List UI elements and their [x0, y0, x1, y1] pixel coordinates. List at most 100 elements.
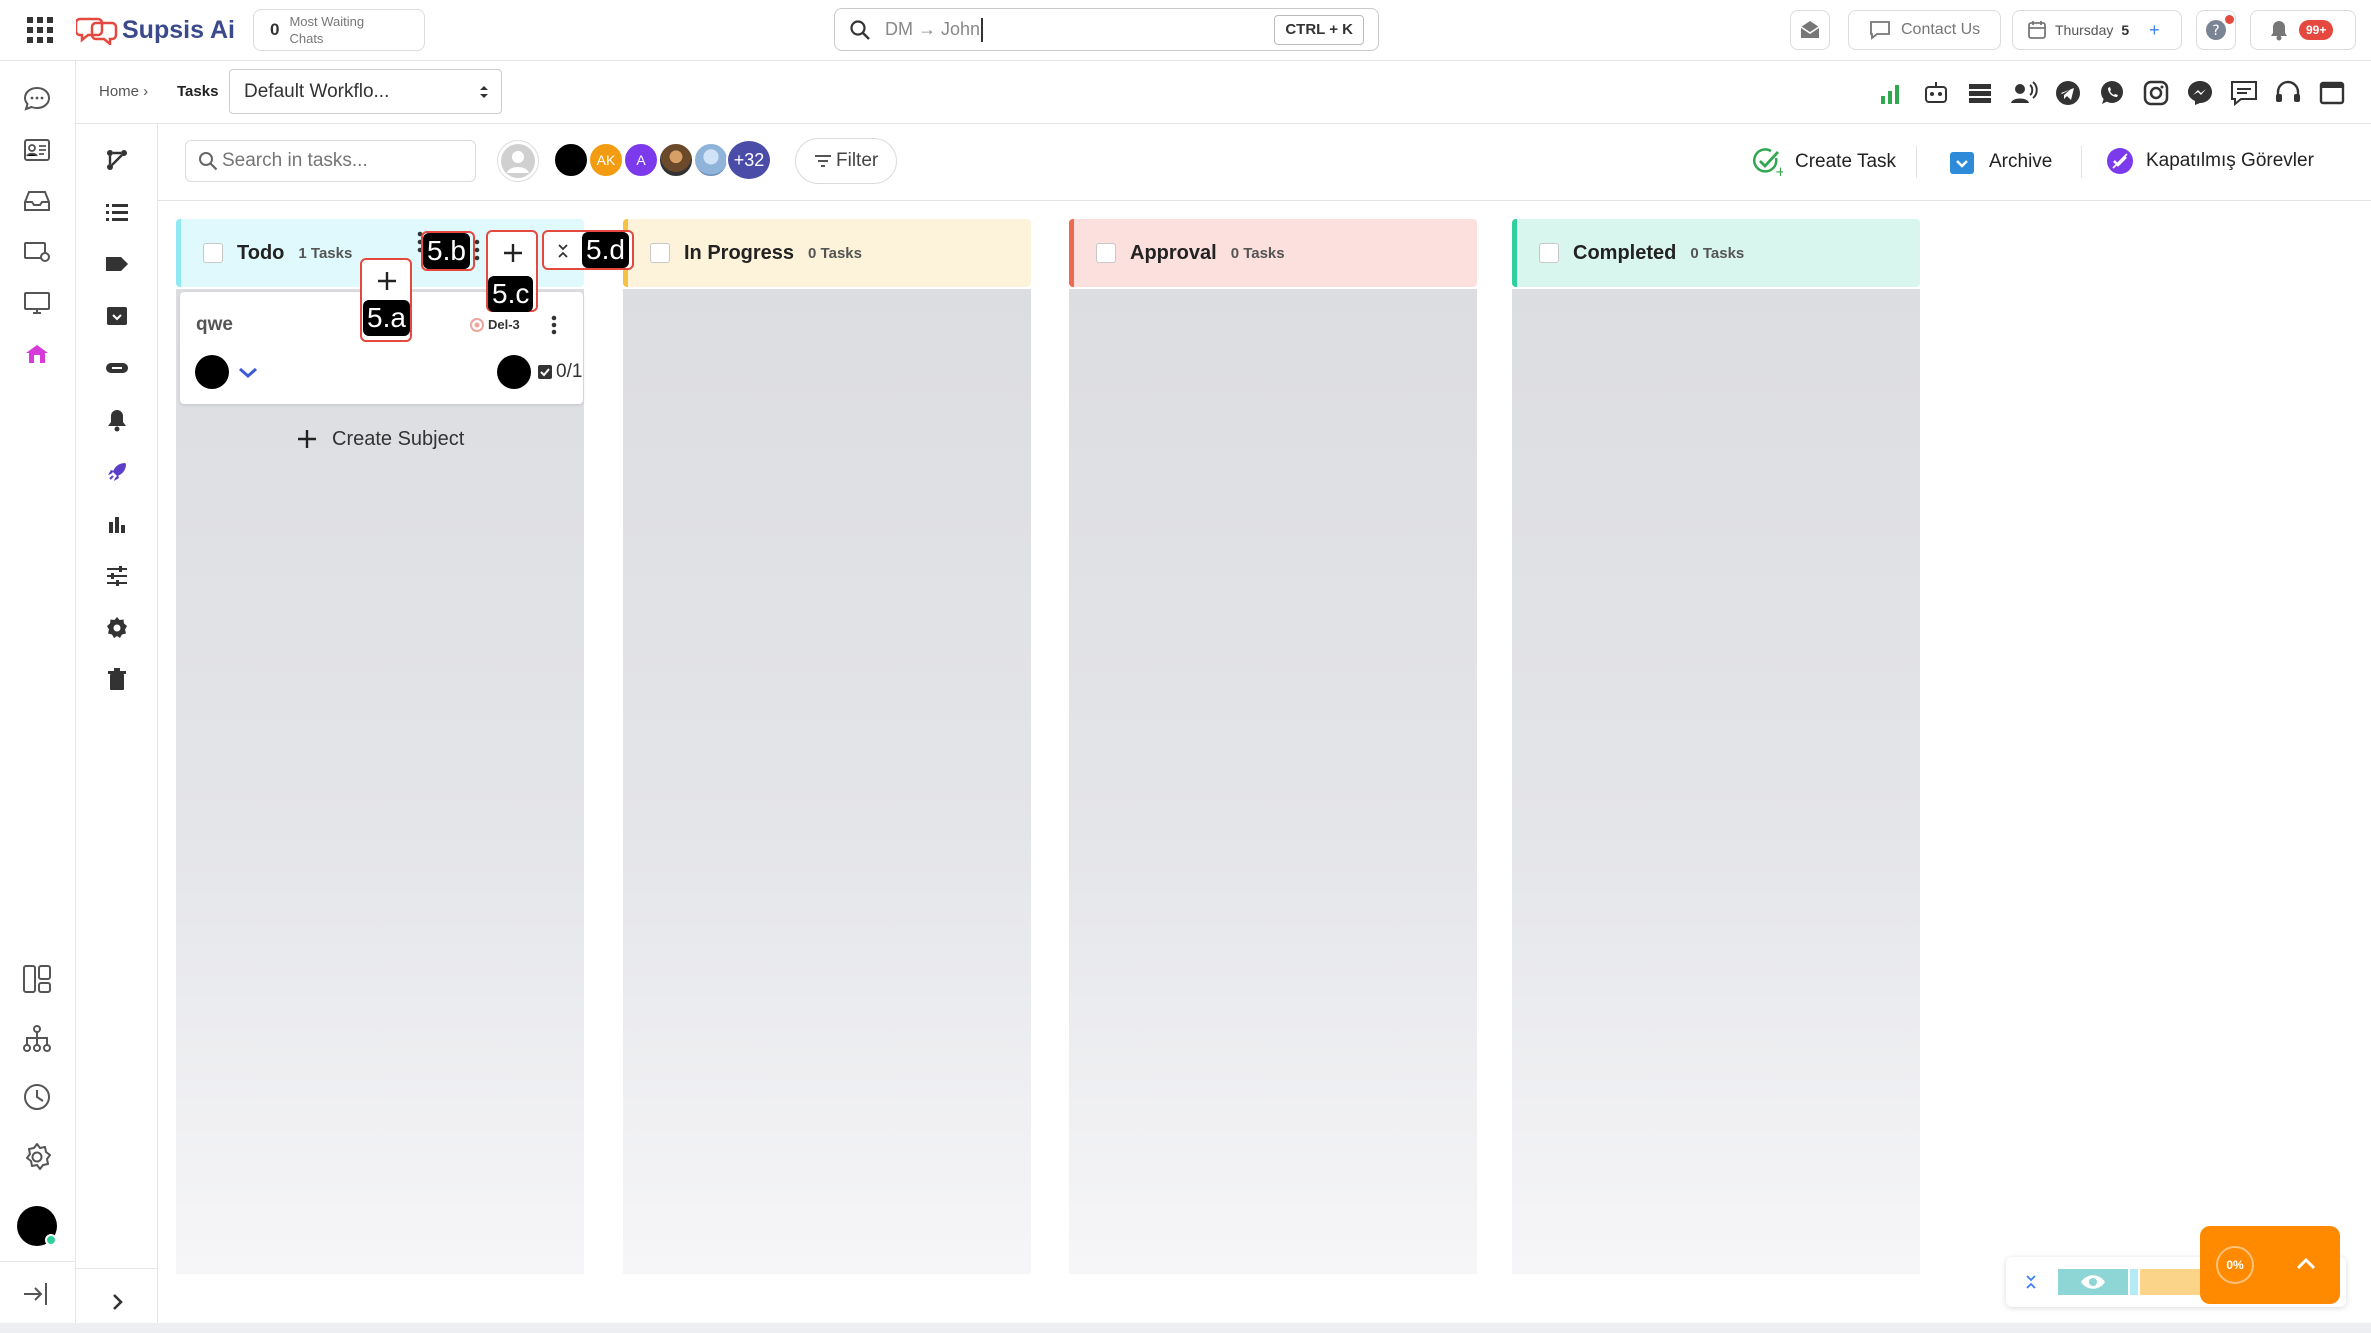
notifications-button[interactable]: 99+: [2250, 10, 2356, 50]
live-agent-icon[interactable]: [2009, 78, 2039, 108]
progress-percent: 0%: [2216, 1246, 2254, 1284]
column-header[interactable]: In Progress 0 Tasks: [623, 219, 1031, 287]
archive-button[interactable]: Archive: [1949, 146, 2052, 178]
tasks-home-icon[interactable]: [19, 336, 55, 372]
org-chart-icon[interactable]: [19, 1021, 55, 1057]
assignee-avatar[interactable]: [195, 355, 229, 389]
day-label: Thursday: [2055, 22, 2114, 38]
sms-icon[interactable]: [2229, 78, 2259, 108]
support-headset-icon[interactable]: [2273, 78, 2303, 108]
task-menu-icon[interactable]: [550, 314, 558, 336]
select-arrows-icon: [480, 86, 488, 98]
date-widget[interactable]: Thursday 5 +: [2012, 10, 2182, 50]
closed-tasks-label: Kapatılmış Görevler: [2146, 150, 2314, 171]
column-options-icon[interactable]: [474, 238, 480, 262]
task-code: Del-3: [488, 317, 520, 332]
link-icon[interactable]: [99, 350, 135, 386]
screen-settings-icon[interactable]: [19, 234, 55, 270]
signal-bars-icon[interactable]: [1877, 78, 1907, 108]
column-select-checkbox[interactable]: [203, 243, 223, 263]
breadcrumb-home[interactable]: Home ›: [99, 83, 148, 100]
task-search-input[interactable]: [220, 149, 460, 173]
visibility-toggle[interactable]: [2058, 1269, 2128, 1295]
workflow-icon[interactable]: [99, 142, 135, 178]
telegram-icon[interactable]: [2053, 78, 2083, 108]
whatsapp-icon[interactable]: [2097, 78, 2127, 108]
unassigned-avatar[interactable]: [497, 140, 539, 182]
server-list-icon[interactable]: [1965, 78, 1995, 108]
annotation-label: 5.c: [488, 276, 534, 312]
column-select-checkbox[interactable]: [1539, 243, 1559, 263]
contact-us-button[interactable]: Contact Us: [1848, 10, 2001, 50]
member-avatar[interactable]: [553, 142, 589, 178]
logout-icon[interactable]: [19, 1276, 55, 1312]
member-avatar-photo[interactable]: [658, 142, 694, 178]
notification-badge: 99+: [2299, 20, 2334, 40]
collapse-icon[interactable]: [2024, 1272, 2038, 1292]
more-count: +32: [733, 149, 765, 170]
closed-tasks-button[interactable]: Kapatılmış Görevler: [2106, 145, 2314, 177]
add-date-icon[interactable]: +: [2149, 20, 2160, 41]
bottom-strip: [0, 1323, 2371, 1333]
left-rail: [0, 61, 76, 1323]
search-input[interactable]: DM → John: [885, 19, 980, 40]
column-header[interactable]: Completed 0 Tasks: [1512, 219, 1920, 287]
settings-gear-icon[interactable]: [19, 1139, 55, 1175]
help-icon: ?: [2206, 20, 2226, 40]
progress-summary-button[interactable]: 0%: [2200, 1226, 2340, 1304]
sliders-icon[interactable]: [99, 558, 135, 594]
task-search[interactable]: [185, 140, 476, 182]
svg-text:+: +: [1775, 165, 1783, 177]
inbox-icon[interactable]: [1790, 10, 1830, 50]
filter-button[interactable]: Filter: [795, 138, 897, 184]
filter-icon: [815, 155, 831, 167]
help-button[interactable]: ?: [2196, 10, 2236, 50]
global-search[interactable]: DM → John CTRL + K: [834, 8, 1379, 51]
workflow-select[interactable]: Default Workflo...: [229, 69, 502, 114]
member-avatar-photo[interactable]: [693, 142, 729, 178]
bot-icon[interactable]: [1921, 78, 1951, 108]
contacts-icon[interactable]: [19, 132, 55, 168]
column-title: Approval: [1130, 241, 1217, 264]
column-select-checkbox[interactable]: [1096, 243, 1116, 263]
create-subject-button[interactable]: Create Subject: [296, 423, 464, 455]
instagram-icon[interactable]: [2141, 78, 2171, 108]
chat-icon[interactable]: [19, 81, 55, 117]
history-clock-icon[interactable]: [19, 1079, 55, 1115]
column-count: 0 Tasks: [1230, 244, 1285, 262]
owner-avatar[interactable]: [497, 355, 531, 389]
create-task-button[interactable]: + Create Task: [1751, 146, 1896, 178]
more-members-badge[interactable]: +32: [726, 139, 772, 181]
logo[interactable]: Supsis Ai: [76, 12, 235, 48]
rocket-icon[interactable]: [99, 454, 135, 490]
apps-grid-icon[interactable]: [22, 12, 58, 48]
rail-divider: [0, 1261, 76, 1262]
label-tag-icon[interactable]: [99, 246, 135, 282]
column-select-checkbox[interactable]: [650, 243, 670, 263]
list-icon[interactable]: [99, 194, 135, 230]
messenger-icon[interactable]: [2185, 78, 2215, 108]
toolbar-divider: [1916, 146, 1917, 178]
member-avatar-a[interactable]: A: [623, 142, 659, 178]
trash-icon[interactable]: [99, 662, 135, 698]
column-approval: Approval 0 Tasks: [1069, 219, 1477, 1274]
waiting-label: Most Waiting: [289, 14, 365, 29]
create-task-label: Create Task: [1795, 151, 1897, 172]
calendar-icon: [2028, 21, 2046, 39]
monitor-icon[interactable]: [19, 285, 55, 321]
member-avatar-ak[interactable]: AK: [588, 142, 624, 178]
column-header[interactable]: Approval 0 Tasks: [1069, 219, 1477, 287]
layout-panels-icon[interactable]: [19, 961, 55, 997]
inbox-tray-icon[interactable]: [19, 183, 55, 219]
bar-chart-icon[interactable]: [99, 506, 135, 542]
chevron-down-icon[interactable]: [238, 367, 258, 379]
expand-chevron-icon[interactable]: [99, 1284, 135, 1320]
day-number: 5: [2121, 22, 2130, 38]
gear-icon[interactable]: [99, 610, 135, 646]
priority-icon: [470, 318, 484, 332]
window-icon[interactable]: [2317, 78, 2347, 108]
user-placeholder-icon: [501, 144, 535, 178]
archive-box-icon[interactable]: [99, 298, 135, 334]
most-waiting-chats[interactable]: 0 Most Waiting Chats: [253, 9, 425, 51]
bell-alert-icon[interactable]: [99, 402, 135, 438]
